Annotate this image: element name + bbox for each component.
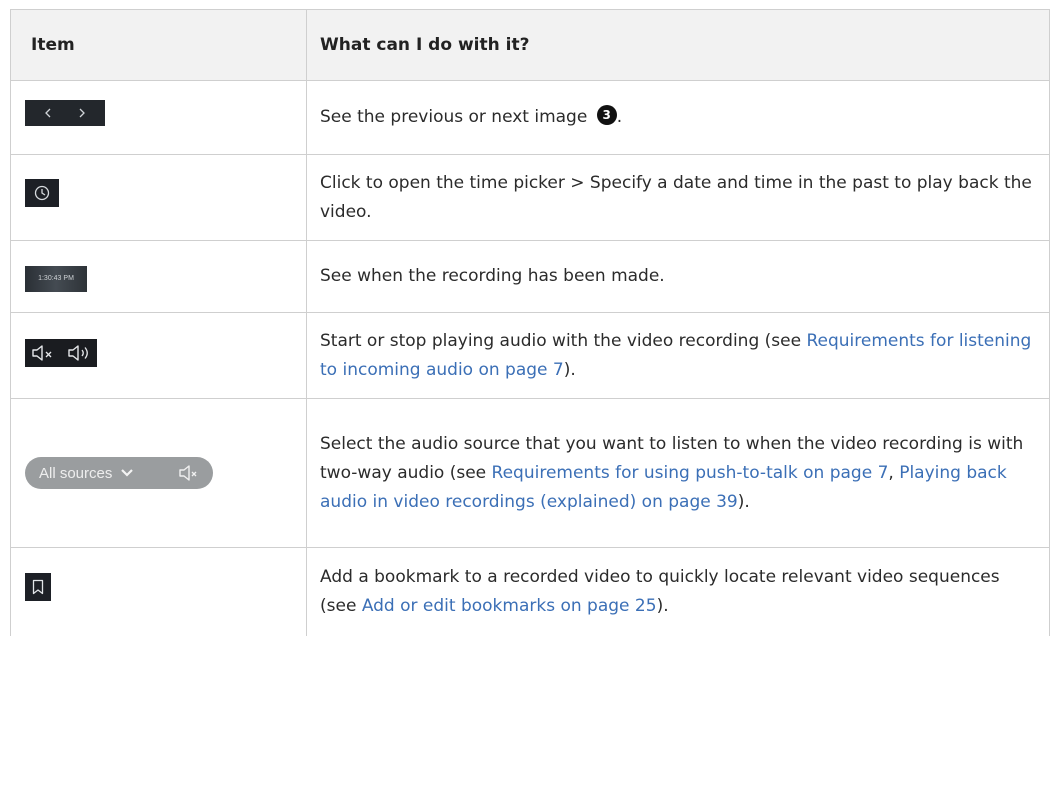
controls-table: Item What can I do with it? See the prev…	[10, 9, 1050, 636]
item-cell	[10, 80, 307, 155]
table-row: 1:30:43 PM See when the recording has be…	[10, 240, 1050, 313]
description-cell: Click to open the time picker > Specify …	[306, 154, 1050, 241]
description-text: See the previous or next image	[320, 107, 593, 127]
push-to-talk-requirements-link[interactable]: Requirements for using push-to-talk on p…	[492, 463, 889, 483]
description-cell: Add a bookmark to a recorded video to qu…	[306, 547, 1050, 636]
item-cell	[10, 312, 307, 399]
item-cell	[10, 547, 307, 636]
item-cell	[10, 154, 307, 241]
description-separator: ,	[888, 462, 900, 483]
table-row: All sources Select the audio source that	[10, 398, 1050, 548]
audio-source-selector: All sources	[25, 457, 213, 489]
description-cell: Start or stop playing audio with the vid…	[306, 312, 1050, 399]
table-row: Click to open the time picker > Specify …	[10, 154, 1050, 241]
bookmark-icon	[25, 572, 51, 601]
chevron-down-icon	[120, 468, 134, 478]
description-text-end: ).	[737, 491, 750, 512]
table-row: Add a bookmark to a recorded video to qu…	[10, 547, 1050, 636]
speaker-muted-icon	[32, 344, 52, 361]
bookmarks-link[interactable]: Add or edit bookmarks on page 25	[362, 596, 657, 616]
step-number-badge: 3	[596, 105, 617, 125]
speaker-mute-and-unmute-icons	[25, 338, 97, 367]
speaker-on-icon	[68, 344, 88, 361]
item-cell: All sources	[10, 398, 307, 548]
speaker-muted-icon	[177, 463, 201, 483]
description-text-end: ).	[563, 359, 576, 380]
description-text: Start or stop playing audio with the vid…	[320, 330, 807, 351]
timestamp-thumbnail: 1:30:43 PM	[25, 265, 87, 292]
column-header-item: Item	[10, 9, 307, 81]
audio-source-label: All sources	[39, 464, 113, 482]
prev-next-icons	[25, 99, 105, 126]
table-header-row: Item What can I do with it?	[10, 9, 1050, 81]
column-header-description: What can I do with it?	[306, 9, 1050, 81]
description-cell: See the previous or next image 3.	[306, 80, 1050, 155]
table-row: See the previous or next image 3.	[10, 80, 1050, 155]
description-cell: See when the recording has been made.	[306, 240, 1050, 313]
chevron-left-right-icon	[45, 108, 85, 117]
description-cell: Select the audio source that you want to…	[306, 398, 1050, 548]
table-row: Start or stop playing audio with the vid…	[10, 312, 1050, 399]
clock-icon	[25, 178, 59, 207]
description-text-end: ).	[656, 595, 669, 616]
description-period: .	[616, 107, 623, 127]
item-cell: 1:30:43 PM	[10, 240, 307, 313]
